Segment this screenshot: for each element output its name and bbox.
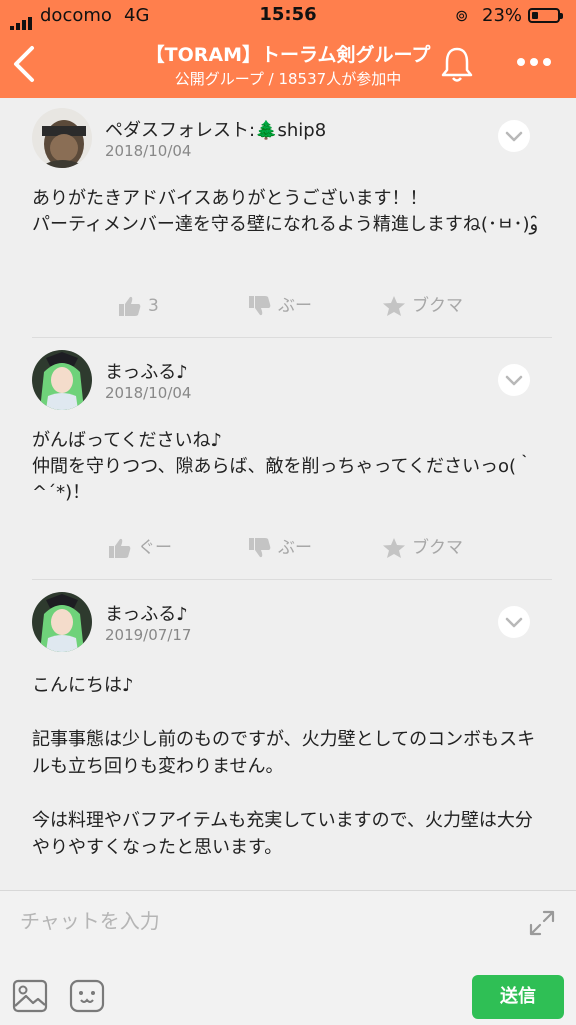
bookmark-label: ブクマ: [412, 296, 463, 316]
image-icon: [12, 979, 48, 1013]
chat-composer: チャットを入力 送信: [0, 890, 576, 1025]
chat-input[interactable]: チャットを入力: [20, 905, 160, 934]
post-date: 2019/07/17: [105, 626, 192, 644]
chevron-down-icon: [505, 375, 523, 386]
bookmark-button[interactable]: ブクマ: [382, 533, 482, 563]
author-name[interactable]: まっふる♪: [105, 600, 188, 626]
post-date: 2018/10/04: [105, 384, 192, 402]
comment-item: ペダスフォレスト:🌲ship8 2018/10/04 ありがたきアドバイスありが…: [0, 98, 576, 338]
emoji-button[interactable]: [68, 979, 106, 1013]
avatar[interactable]: [32, 350, 92, 410]
battery-percent: 23%: [482, 5, 523, 26]
star-icon: [383, 296, 405, 316]
like-count: 3: [148, 296, 159, 316]
like-button[interactable]: ぐー: [108, 533, 188, 563]
bookmark-label: ブクマ: [412, 538, 463, 558]
more-dots-icon: [517, 58, 551, 66]
group-header: 【TORAM】トーラム剣グループ 公開グループ / 18537人が参加中: [0, 30, 576, 98]
like-label: ぐー: [138, 538, 172, 558]
bell-icon: [441, 47, 473, 82]
expand-button[interactable]: [528, 909, 556, 937]
battery-icon: [528, 8, 563, 23]
thumbs-up-icon: [119, 296, 141, 316]
options-button[interactable]: [498, 364, 530, 396]
dislike-label: ぶー: [278, 538, 312, 558]
like-button[interactable]: 3: [118, 291, 198, 321]
comment-text: がんばってくださいね♪ 仲間を守りつつ、隙あらば、敵を削っちゃってくださいっo(…: [32, 430, 535, 503]
thumbs-down-icon: [249, 538, 271, 558]
thumbs-up-icon: [109, 538, 131, 558]
comment-item: まっふる♪ 2018/10/04 がんばってくださいね♪ 仲間を守りつつ、隙あら…: [0, 338, 576, 580]
post-date: 2018/10/04: [105, 142, 192, 160]
more-button[interactable]: [514, 50, 554, 74]
dislike-button[interactable]: ぶー: [248, 533, 328, 563]
comment-feed[interactable]: ペダスフォレスト:🌲ship8 2018/10/04 ありがたきアドバイスありが…: [0, 98, 576, 890]
dislike-button[interactable]: ぶー: [248, 291, 328, 321]
comment-actions: 3 ぶー ブクマ: [0, 291, 576, 321]
options-button[interactable]: [498, 606, 530, 638]
avatar[interactable]: [32, 108, 92, 168]
comment-text: ありがたきアドバイスありがとうございます！！ パーティメンバー達を守る壁になれる…: [32, 188, 544, 235]
options-button[interactable]: [498, 120, 530, 152]
comment-actions: ぐー ぶー ブクマ: [0, 533, 576, 563]
send-button[interactable]: 送信: [472, 975, 564, 1019]
notification-button[interactable]: [438, 44, 476, 84]
thumbs-down-icon: [249, 296, 271, 316]
image-button[interactable]: [12, 979, 48, 1013]
avatar[interactable]: [32, 592, 92, 652]
emoji-icon: [69, 979, 105, 1013]
author-name[interactable]: まっふる♪: [105, 358, 188, 384]
comment-item: まっふる♪ 2019/07/17 こんにちは♪ 記事事態は少し前のものですが、火…: [0, 580, 576, 890]
comment-text: こんにちは♪ 記事事態は少し前のものですが、火力壁としてのコンボもスキルも立ち回…: [32, 675, 536, 858]
group-subtitle: 公開グループ / 18537人が参加中: [174, 70, 402, 88]
status-bar: docomo 4G 15:56 ⊚ 23%: [0, 0, 576, 31]
author-name[interactable]: ペダスフォレスト:🌲ship8: [105, 116, 326, 142]
rotation-lock-icon: ⊚: [455, 6, 469, 25]
expand-icon: [529, 910, 555, 936]
star-icon: [383, 538, 405, 558]
bookmark-button[interactable]: ブクマ: [382, 291, 482, 321]
chevron-down-icon: [505, 131, 523, 142]
chevron-down-icon: [505, 617, 523, 628]
group-title: 【TORAM】トーラム剣グループ: [145, 44, 431, 66]
dislike-label: ぶー: [278, 296, 312, 316]
